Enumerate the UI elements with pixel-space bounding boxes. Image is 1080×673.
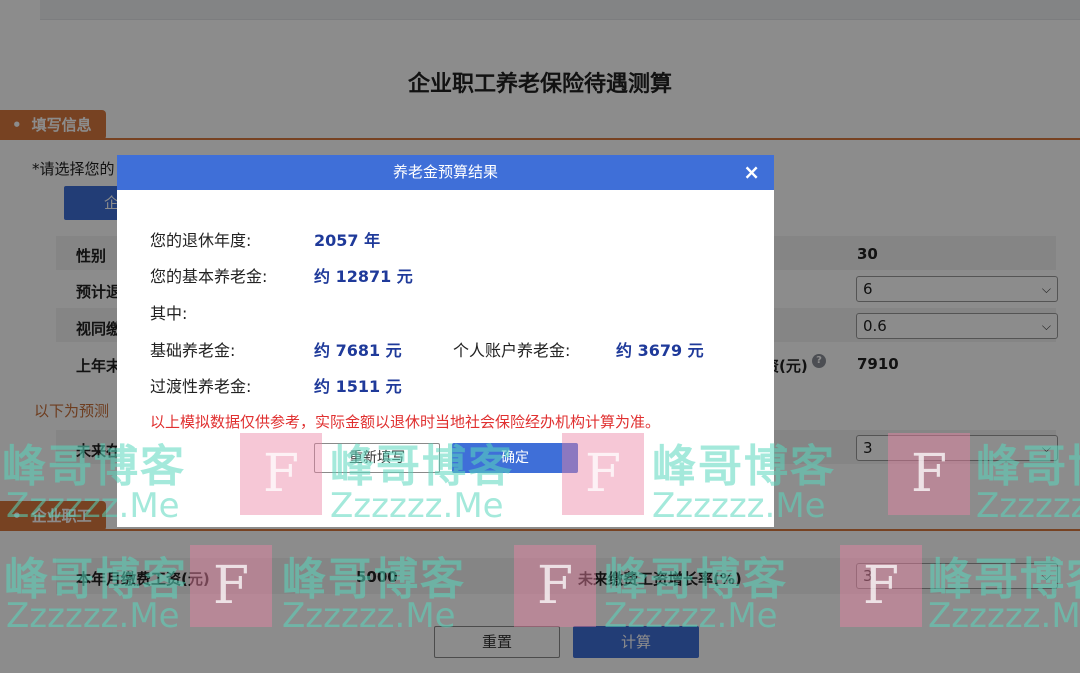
transition-pension-label: 过渡性养老金: — [150, 377, 252, 396]
modal-title: 养老金预算结果 — [392, 163, 498, 181]
base-pension-value: 约 7681 元 — [314, 341, 402, 360]
disclaimer-text: 以上模拟数据仅供参考，实际金额以退休时当地社会保险经办机构计算为准。 — [150, 413, 661, 431]
personal-account-value: 约 3679 元 — [616, 341, 704, 360]
personal-account-label: 个人账户养老金: — [453, 341, 571, 360]
base-pension-label: 基础养老金: — [150, 341, 236, 360]
result-modal: 养老金预算结果 × 您的退休年度: 2057 年 您的基本养老金: 约 1287… — [117, 155, 774, 527]
retire-year-label: 您的退休年度: — [150, 231, 252, 250]
among-label: 其中: — [150, 304, 188, 323]
modal-header: 养老金预算结果 × — [117, 155, 774, 190]
refill-button[interactable]: 重新填写 — [314, 443, 440, 473]
basic-pension-value: 约 12871 元 — [314, 267, 413, 286]
close-icon[interactable]: × — [743, 160, 760, 184]
retire-year-value: 2057 年 — [314, 231, 381, 250]
transition-pension-value: 约 1511 元 — [314, 377, 402, 396]
confirm-button[interactable]: 确定 — [452, 443, 578, 473]
basic-pension-label: 您的基本养老金: — [150, 267, 268, 286]
